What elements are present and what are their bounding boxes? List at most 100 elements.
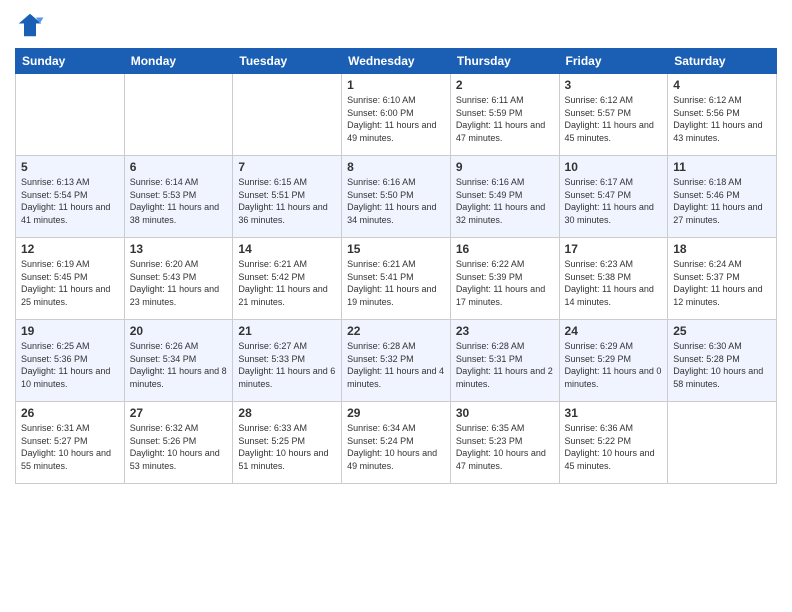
day-number: 17 [565,242,663,256]
calendar-week-5: 26 Sunrise: 6:31 AM Sunset: 5:27 PM Dayli… [16,402,777,484]
day-number: 25 [673,324,771,338]
day-info: Sunrise: 6:23 AM Sunset: 5:38 PM Dayligh… [565,258,663,308]
day-info: Sunrise: 6:24 AM Sunset: 5:37 PM Dayligh… [673,258,771,308]
day-number: 2 [456,78,554,92]
day-info: Sunrise: 6:22 AM Sunset: 5:39 PM Dayligh… [456,258,554,308]
day-info: Sunrise: 6:27 AM Sunset: 5:33 PM Dayligh… [238,340,336,390]
calendar-header: SundayMondayTuesdayWednesdayThursdayFrid… [16,49,777,74]
day-info: Sunrise: 6:29 AM Sunset: 5:29 PM Dayligh… [565,340,663,390]
calendar-cell: 16Sunrise: 6:22 AM Sunset: 5:39 PM Dayli… [450,238,559,320]
col-header-wednesday: Wednesday [342,49,451,74]
calendar-cell [233,74,342,156]
col-header-tuesday: Tuesday [233,49,342,74]
day-number: 15 [347,242,445,256]
calendar-cell: 9Sunrise: 6:16 AM Sunset: 5:49 PM Daylig… [450,156,559,238]
calendar-cell: 25 Sunrise: 6:30 AM Sunset: 5:28 PM Dayli… [668,320,777,402]
day-info: Sunrise: 6:17 AM Sunset: 5:47 PM Dayligh… [565,176,663,226]
calendar-cell: 10 Sunrise: 6:17 AM Sunset: 5:47 PM Dayli… [559,156,668,238]
day-number: 11 [673,160,771,174]
day-info: Sunrise: 6:31 AM Sunset: 5:27 PM Dayligh… [21,422,119,472]
day-info: Sunrise: 6:12 AM Sunset: 5:57 PM Dayligh… [565,94,663,144]
day-number: 22 [347,324,445,338]
day-info: Sunrise: 6:34 AM Sunset: 5:24 PM Dayligh… [347,422,445,472]
calendar-cell: 14 Sunrise: 6:21 AM Sunset: 5:42 PM Dayli… [233,238,342,320]
day-number: 6 [130,160,228,174]
day-number: 26 [21,406,119,420]
day-number: 14 [238,242,336,256]
day-info: Sunrise: 6:35 AM Sunset: 5:23 PM Dayligh… [456,422,554,472]
day-info: Sunrise: 6:16 AM Sunset: 5:50 PM Dayligh… [347,176,445,226]
day-number: 13 [130,242,228,256]
col-header-saturday: Saturday [668,49,777,74]
day-number: 28 [238,406,336,420]
col-header-friday: Friday [559,49,668,74]
day-number: 3 [565,78,663,92]
day-number: 27 [130,406,228,420]
day-info: Sunrise: 6:16 AM Sunset: 5:49 PM Dayligh… [456,176,554,226]
calendar-cell: 13 Sunrise: 6:20 AM Sunset: 5:43 PM Dayli… [124,238,233,320]
day-info: Sunrise: 6:11 AM Sunset: 5:59 PM Dayligh… [456,94,554,144]
calendar-cell: 11Sunrise: 6:18 AM Sunset: 5:46 PM Dayli… [668,156,777,238]
day-info: Sunrise: 6:13 AM Sunset: 5:54 PM Dayligh… [21,176,119,226]
day-number: 29 [347,406,445,420]
calendar-week-4: 19 Sunrise: 6:25 AM Sunset: 5:36 PM Dayli… [16,320,777,402]
calendar-table: SundayMondayTuesdayWednesdayThursdayFrid… [15,48,777,484]
day-number: 18 [673,242,771,256]
day-number: 1 [347,78,445,92]
col-header-thursday: Thursday [450,49,559,74]
day-number: 19 [21,324,119,338]
calendar-cell [668,402,777,484]
day-info: Sunrise: 6:25 AM Sunset: 5:36 PM Dayligh… [21,340,119,390]
day-info: Sunrise: 6:28 AM Sunset: 5:32 PM Dayligh… [347,340,445,390]
calendar-cell: 31 Sunrise: 6:36 AM Sunset: 5:22 PM Dayli… [559,402,668,484]
calendar-cell: 26 Sunrise: 6:31 AM Sunset: 5:27 PM Dayli… [16,402,125,484]
day-number: 23 [456,324,554,338]
col-header-sunday: Sunday [16,49,125,74]
calendar-cell: 17 Sunrise: 6:23 AM Sunset: 5:38 PM Dayli… [559,238,668,320]
day-info: Sunrise: 6:26 AM Sunset: 5:34 PM Dayligh… [130,340,228,390]
calendar-cell: 28 Sunrise: 6:33 AM Sunset: 5:25 PM Dayli… [233,402,342,484]
calendar-week-2: 5 Sunrise: 6:13 AM Sunset: 5:54 PM Daylig… [16,156,777,238]
day-info: Sunrise: 6:14 AM Sunset: 5:53 PM Dayligh… [130,176,228,226]
day-number: 4 [673,78,771,92]
calendar-week-3: 12Sunrise: 6:19 AM Sunset: 5:45 PM Dayli… [16,238,777,320]
logo-icon [15,10,45,40]
day-number: 7 [238,160,336,174]
calendar-cell: 4 Sunrise: 6:12 AM Sunset: 5:56 PM Daylig… [668,74,777,156]
calendar-cell: 8 Sunrise: 6:16 AM Sunset: 5:50 PM Daylig… [342,156,451,238]
calendar-cell: 1 Sunrise: 6:10 AM Sunset: 6:00 PM Daylig… [342,74,451,156]
day-info: Sunrise: 6:15 AM Sunset: 5:51 PM Dayligh… [238,176,336,226]
calendar-cell: 30 Sunrise: 6:35 AM Sunset: 5:23 PM Dayli… [450,402,559,484]
day-info: Sunrise: 6:10 AM Sunset: 6:00 PM Dayligh… [347,94,445,144]
day-number: 31 [565,406,663,420]
day-number: 10 [565,160,663,174]
calendar-cell [124,74,233,156]
day-info: Sunrise: 6:28 AM Sunset: 5:31 PM Dayligh… [456,340,554,390]
day-number: 24 [565,324,663,338]
day-number: 5 [21,160,119,174]
col-header-monday: Monday [124,49,233,74]
page: SundayMondayTuesdayWednesdayThursdayFrid… [0,0,792,612]
calendar-cell: 12Sunrise: 6:19 AM Sunset: 5:45 PM Dayli… [16,238,125,320]
day-info: Sunrise: 6:32 AM Sunset: 5:26 PM Dayligh… [130,422,228,472]
calendar-cell: 3 Sunrise: 6:12 AM Sunset: 5:57 PM Daylig… [559,74,668,156]
day-info: Sunrise: 6:36 AM Sunset: 5:22 PM Dayligh… [565,422,663,472]
header [15,10,777,40]
day-info: Sunrise: 6:20 AM Sunset: 5:43 PM Dayligh… [130,258,228,308]
day-info: Sunrise: 6:33 AM Sunset: 5:25 PM Dayligh… [238,422,336,472]
day-number: 20 [130,324,228,338]
day-info: Sunrise: 6:30 AM Sunset: 5:28 PM Dayligh… [673,340,771,390]
day-number: 30 [456,406,554,420]
day-info: Sunrise: 6:12 AM Sunset: 5:56 PM Dayligh… [673,94,771,144]
calendar-cell: 15 Sunrise: 6:21 AM Sunset: 5:41 PM Dayli… [342,238,451,320]
day-info: Sunrise: 6:21 AM Sunset: 5:42 PM Dayligh… [238,258,336,308]
day-info: Sunrise: 6:21 AM Sunset: 5:41 PM Dayligh… [347,258,445,308]
day-info: Sunrise: 6:19 AM Sunset: 5:45 PM Dayligh… [21,258,119,308]
calendar-week-1: 1 Sunrise: 6:10 AM Sunset: 6:00 PM Daylig… [16,74,777,156]
calendar-cell: 19 Sunrise: 6:25 AM Sunset: 5:36 PM Dayli… [16,320,125,402]
calendar-cell: 18 Sunrise: 6:24 AM Sunset: 5:37 PM Dayli… [668,238,777,320]
calendar-cell: 21Sunrise: 6:27 AM Sunset: 5:33 PM Dayli… [233,320,342,402]
header-row: SundayMondayTuesdayWednesdayThursdayFrid… [16,49,777,74]
calendar-cell: 23 Sunrise: 6:28 AM Sunset: 5:31 PM Dayli… [450,320,559,402]
day-number: 8 [347,160,445,174]
